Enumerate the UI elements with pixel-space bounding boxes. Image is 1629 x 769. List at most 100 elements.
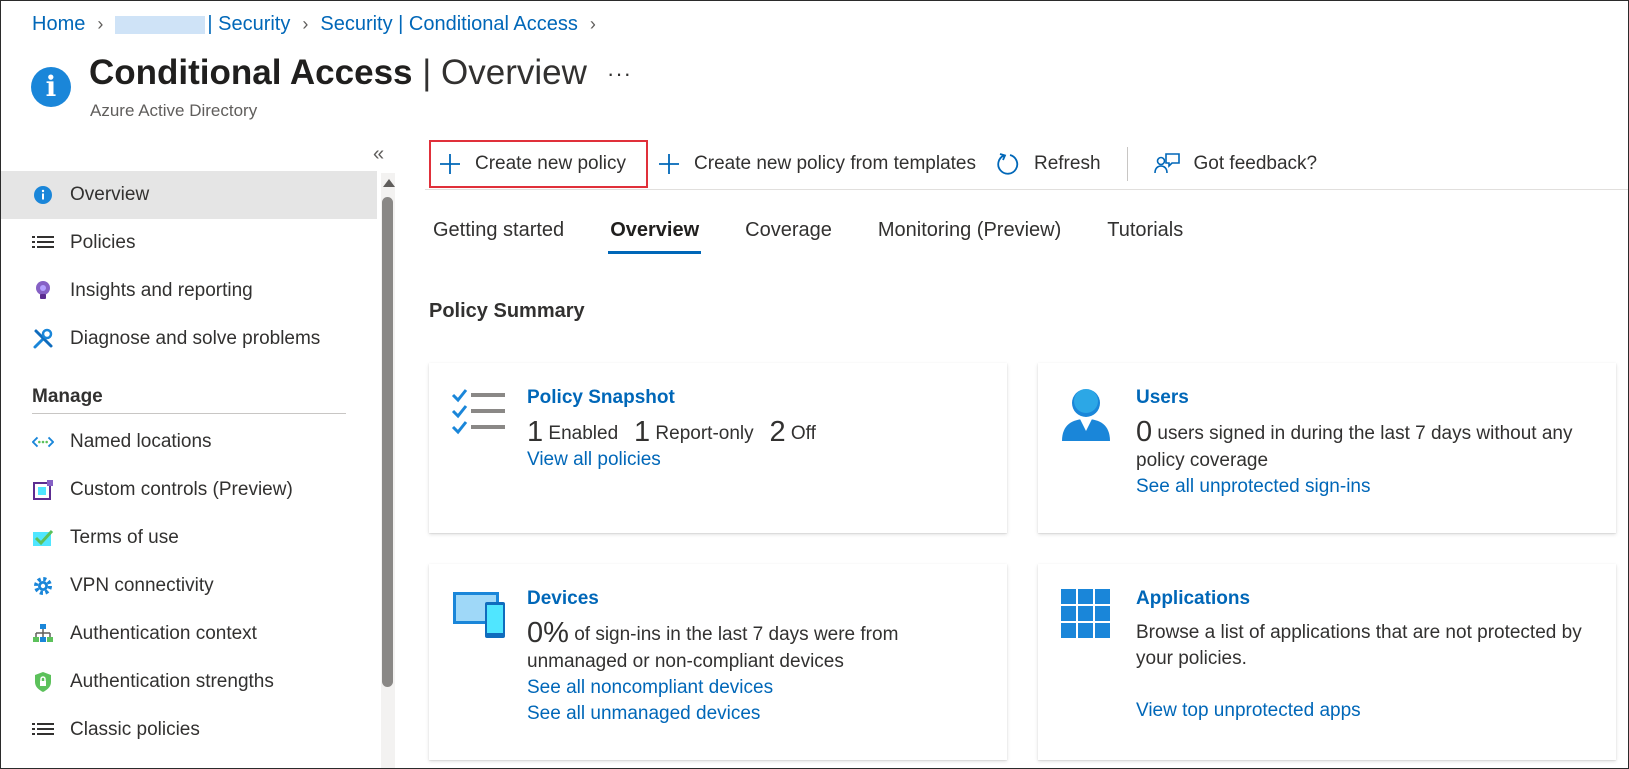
sidebar-item-label: Named locations — [70, 431, 212, 452]
chevron-right-icon: › — [97, 14, 104, 34]
shield-icon — [32, 671, 54, 693]
page-title-section: | Overview — [412, 53, 587, 92]
collapse-sidebar-button[interactable]: « — [373, 143, 384, 166]
noncompliant-devices-link[interactable]: See all noncompliant devices — [527, 675, 989, 701]
sidebar-item-vpn-connectivity[interactable]: VPN connectivity — [1, 562, 377, 610]
sidebar-item-terms-of-use[interactable]: Terms of use — [1, 514, 377, 562]
chevron-right-icon: › — [589, 14, 596, 34]
sidebar-item-insights-and-reporting[interactable]: Insights and reporting — [1, 267, 377, 315]
sidebar: Overview Policies Insights and reporting… — [1, 171, 377, 754]
report-only-label: Report-only — [655, 423, 754, 444]
sidebar-item-policies[interactable]: Policies — [1, 219, 377, 267]
create-from-templates-button[interactable]: Create new policy from templates — [648, 140, 986, 188]
refresh-button[interactable]: Refresh — [986, 140, 1111, 188]
scrollbar-thumb[interactable] — [382, 197, 393, 687]
sidebar-item-label: Authentication context — [70, 623, 257, 644]
terms-icon — [32, 527, 54, 549]
refresh-label: Refresh — [1033, 153, 1101, 174]
unprotected-sign-ins-link[interactable]: See all unprotected sign-ins — [1136, 474, 1598, 500]
tab-overview[interactable]: Overview — [608, 219, 702, 254]
sidebar-item-label: Insights and reporting — [70, 280, 253, 301]
hierarchy-icon — [32, 623, 54, 645]
checklist-icon — [451, 387, 507, 444]
breadcrumb-conditional-access[interactable]: Security | Conditional Access — [320, 13, 578, 36]
custom-controls-icon — [32, 479, 54, 501]
top-unprotected-apps-link[interactable]: View top unprotected apps — [1136, 698, 1598, 724]
users-summary: 0 users signed in during the last 7 days… — [1136, 416, 1598, 474]
tab-tutorials[interactable]: Tutorials — [1107, 219, 1183, 254]
gear-icon — [32, 575, 54, 597]
divider — [32, 413, 346, 414]
sidebar-item-authentication-context[interactable]: Authentication context — [1, 610, 377, 658]
devices-summary: 0% of sign-ins in the last 7 days were f… — [527, 617, 989, 675]
sidebar-item-label: Overview — [70, 184, 150, 205]
applications-description: Browse a list of applications that are n… — [1136, 622, 1582, 669]
policy-counts: 1 Enabled 1 Report-only 2 Off — [527, 416, 989, 448]
policy-summary-heading: Policy Summary — [429, 300, 585, 322]
chevron-right-icon: › — [302, 14, 309, 34]
devices-percent: 0% — [527, 617, 569, 649]
feedback-icon — [1153, 152, 1180, 176]
users-title[interactable]: Users — [1136, 387, 1598, 409]
users-description: users signed in during the last 7 days w… — [1136, 423, 1573, 471]
redacted-tenant-name — [115, 15, 206, 34]
create-from-templates-label: Create new policy from templates — [694, 153, 976, 174]
list-icon — [32, 719, 54, 741]
create-new-policy-button[interactable]: Create new policy — [429, 140, 649, 188]
plus-icon — [658, 153, 680, 175]
sidebar-item-diagnose-and-solve-problems[interactable]: Diagnose and solve problems — [1, 315, 377, 363]
sidebar-item-label: Classic policies — [70, 719, 200, 740]
wrench-icon — [32, 328, 54, 350]
page-subtitle: Azure Active Directory — [90, 101, 258, 120]
sidebar-item-label: VPN connectivity — [70, 575, 214, 596]
users-count: 0 — [1136, 416, 1153, 448]
sidebar-item-classic-policies[interactable]: Classic policies — [1, 706, 377, 754]
feedback-button[interactable]: Got feedback? — [1144, 140, 1328, 188]
more-options-button[interactable]: ··· — [607, 61, 632, 87]
tab-bar: Getting started Overview Coverage Monito… — [433, 219, 1229, 254]
users-card: Users 0 users signed in during the last … — [1038, 363, 1616, 533]
sidebar-section-manage: Manage — [32, 386, 103, 407]
applications-card: Applications Browse a list of applicatio… — [1038, 564, 1616, 760]
tab-coverage[interactable]: Coverage — [745, 219, 832, 254]
policy-snapshot-card: Policy Snapshot 1 Enabled 1 Report-only … — [429, 363, 1007, 533]
sidebar-item-label: Terms of use — [70, 527, 179, 548]
off-count: 2 — [769, 416, 786, 448]
command-bar: Create new policy Create new policy from… — [429, 138, 1327, 190]
scroll-up-arrow-icon[interactable] — [383, 179, 395, 187]
devices-description: of sign-ins in the last 7 days were from… — [527, 624, 899, 672]
sidebar-item-overview[interactable]: Overview — [1, 171, 377, 219]
tab-monitoring[interactable]: Monitoring (Preview) — [878, 219, 1061, 254]
devices-title[interactable]: Devices — [527, 588, 989, 610]
portal-window: Home › | Security › Security | Condition… — [0, 0, 1629, 769]
info-icon: i — [31, 67, 71, 107]
view-all-policies-link[interactable]: View all policies — [527, 447, 989, 473]
sidebar-item-authentication-strengths[interactable]: Authentication strengths — [1, 658, 377, 706]
sidebar-item-named-locations[interactable]: Named locations — [1, 418, 377, 466]
feedback-label: Got feedback? — [1193, 153, 1318, 174]
policy-snapshot-title[interactable]: Policy Snapshot — [527, 387, 989, 409]
breadcrumb-home[interactable]: Home — [32, 13, 85, 36]
breadcrumb-security[interactable]: | Security — [207, 13, 290, 36]
toolbar-divider-line — [425, 189, 1628, 190]
applications-title[interactable]: Applications — [1136, 588, 1598, 610]
devices-card: Devices 0% of sign-ins in the last 7 day… — [429, 564, 1007, 760]
list-icon — [32, 232, 54, 254]
plus-icon — [439, 153, 461, 175]
apps-grid-icon — [1060, 588, 1112, 645]
unmanaged-devices-link[interactable]: See all unmanaged devices — [527, 701, 989, 727]
page-title-main: Conditional Access — [89, 53, 413, 92]
sidebar-item-custom-controls[interactable]: Custom controls (Preview) — [1, 466, 377, 514]
sidebar-item-label: Custom controls (Preview) — [70, 479, 293, 500]
refresh-icon — [996, 152, 1020, 176]
named-locations-icon — [32, 431, 54, 453]
enabled-count: 1 — [527, 416, 544, 448]
info-icon — [32, 184, 54, 206]
user-icon — [1060, 387, 1112, 448]
report-only-count: 1 — [634, 416, 651, 448]
sidebar-item-label: Policies — [70, 232, 136, 253]
create-new-policy-label: Create new policy — [475, 153, 627, 174]
lightbulb-icon — [32, 280, 54, 302]
tab-getting-started[interactable]: Getting started — [433, 219, 564, 254]
breadcrumb: Home › | Security › Security | Condition… — [32, 13, 608, 36]
